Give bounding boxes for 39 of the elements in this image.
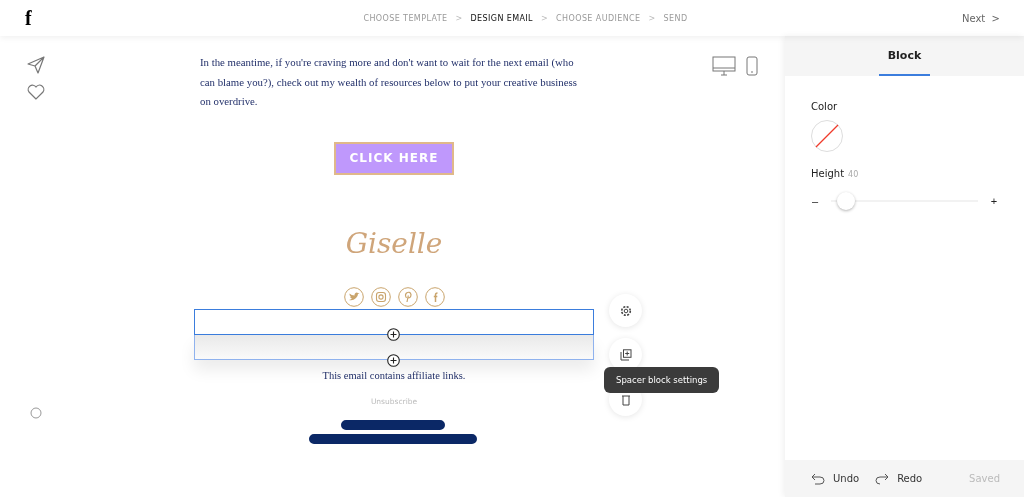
trash-icon [619,393,632,406]
step-separator: > [455,13,463,23]
decrease-button[interactable]: – [811,195,819,207]
heart-icon[interactable] [27,84,45,100]
circle-icon[interactable] [30,407,42,419]
settings-button[interactable] [609,294,642,327]
bird-icon[interactable] [343,286,364,307]
step-separator: > [648,13,656,23]
height-label: Height [811,168,845,179]
logo[interactable]: f [25,6,49,30]
color-label: Color [811,101,839,112]
add-icon[interactable] [387,327,400,341]
tooltip: Spacer block settings [604,367,720,393]
save-status: Saved [969,473,1000,484]
height-value: 40 [848,170,859,179]
no-color-swatch[interactable] [811,120,843,152]
step-tab[interactable]: DESIGN EMAIL [470,13,533,23]
desktop-icon[interactable] [712,56,736,76]
facebook-icon[interactable] [424,286,445,307]
duplicate-icon [619,348,632,361]
camera-icon[interactable] [370,286,391,307]
step-separator: > [541,13,549,23]
increase-button[interactable]: + [990,195,998,207]
redo-button[interactable]: Redo [875,472,923,485]
slider-thumb[interactable] [836,192,855,210]
redo-icon [875,472,890,485]
affiliate-note: This email contains affiliate links. [322,369,466,381]
signature: Giselle [345,226,443,260]
undo-button[interactable]: Undo [811,472,860,485]
add-icon[interactable] [387,353,400,367]
undo-icon [811,472,825,485]
pin-icon[interactable] [397,286,418,307]
settings-icon [619,304,632,317]
next-button[interactable]: Next > [961,12,1000,24]
send-icon[interactable] [27,56,45,74]
mobile-icon[interactable] [746,56,758,76]
spacer-block[interactable] [194,334,594,360]
email-paragraph: In the meantime, if you're craving more and don't want to wait for the next email (who can blame you?), check out my wealth of resources below to put your creative business on overdrive. [199,55,578,109]
spacer-block[interactable] [194,308,594,335]
